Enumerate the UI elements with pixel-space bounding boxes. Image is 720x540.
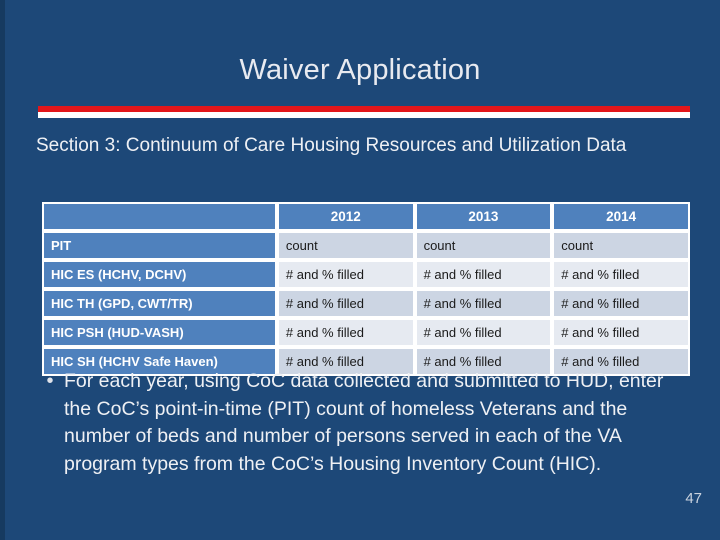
cell-pit-2013: count xyxy=(414,231,553,260)
bullet-point-icon: • xyxy=(46,370,54,392)
bullet-item-text: For each year, using CoC data collected … xyxy=(64,370,664,475)
cell-hic-th-2012: # and % filled xyxy=(276,289,415,318)
column-header-blank xyxy=(42,202,277,231)
table-header-row: 2012 2013 2014 xyxy=(42,202,690,231)
cell-hic-es-2012: # and % filled xyxy=(276,260,415,289)
cell-hic-es-2014: # and % filled xyxy=(552,260,690,289)
page-number: 47 xyxy=(685,490,702,507)
housing-resources-table: 2012 2013 2014 PIT count count count HIC… xyxy=(42,202,690,376)
title-divider xyxy=(38,106,690,118)
column-header-2014: 2014 xyxy=(552,202,690,231)
bullet-list: • For each year, using CoC data collecte… xyxy=(36,368,682,478)
divider-white-bar xyxy=(38,112,690,118)
cell-hic-th-2014: # and % filled xyxy=(552,289,690,318)
table-row: HIC PSH (HUD-VASH) # and % filled # and … xyxy=(42,318,690,347)
column-header-2012: 2012 xyxy=(276,202,415,231)
page-title: Waiver Application xyxy=(239,54,481,86)
cell-hic-psh-2012: # and % filled xyxy=(276,318,415,347)
section-heading: Section 3: Continuum of Care Housing Res… xyxy=(36,135,627,156)
row-label-hic-psh: HIC PSH (HUD-VASH) xyxy=(42,318,277,347)
table-row: HIC ES (HCHV, DCHV) # and % filled # and… xyxy=(42,260,690,289)
cell-hic-es-2013: # and % filled xyxy=(414,260,553,289)
cell-hic-th-2013: # and % filled xyxy=(414,289,553,318)
cell-hic-psh-2014: # and % filled xyxy=(552,318,690,347)
table-header: 2012 2013 2014 xyxy=(42,202,690,231)
cell-pit-2012: count xyxy=(276,231,415,260)
cell-pit-2014: count xyxy=(552,231,690,260)
row-label-hic-th: HIC TH (GPD, CWT/TR) xyxy=(42,289,277,318)
cell-hic-psh-2013: # and % filled xyxy=(414,318,553,347)
table-body: PIT count count count HIC ES (HCHV, DCHV… xyxy=(42,231,690,376)
row-label-pit: PIT xyxy=(42,231,277,260)
row-label-hic-es: HIC ES (HCHV, DCHV) xyxy=(42,260,277,289)
list-item: • For each year, using CoC data collecte… xyxy=(36,368,682,478)
slide: Waiver Application Section 3: Continuum … xyxy=(0,0,720,540)
table-row: HIC TH (GPD, CWT/TR) # and % filled # an… xyxy=(42,289,690,318)
column-header-2013: 2013 xyxy=(414,202,553,231)
table-row: PIT count count count xyxy=(42,231,690,260)
